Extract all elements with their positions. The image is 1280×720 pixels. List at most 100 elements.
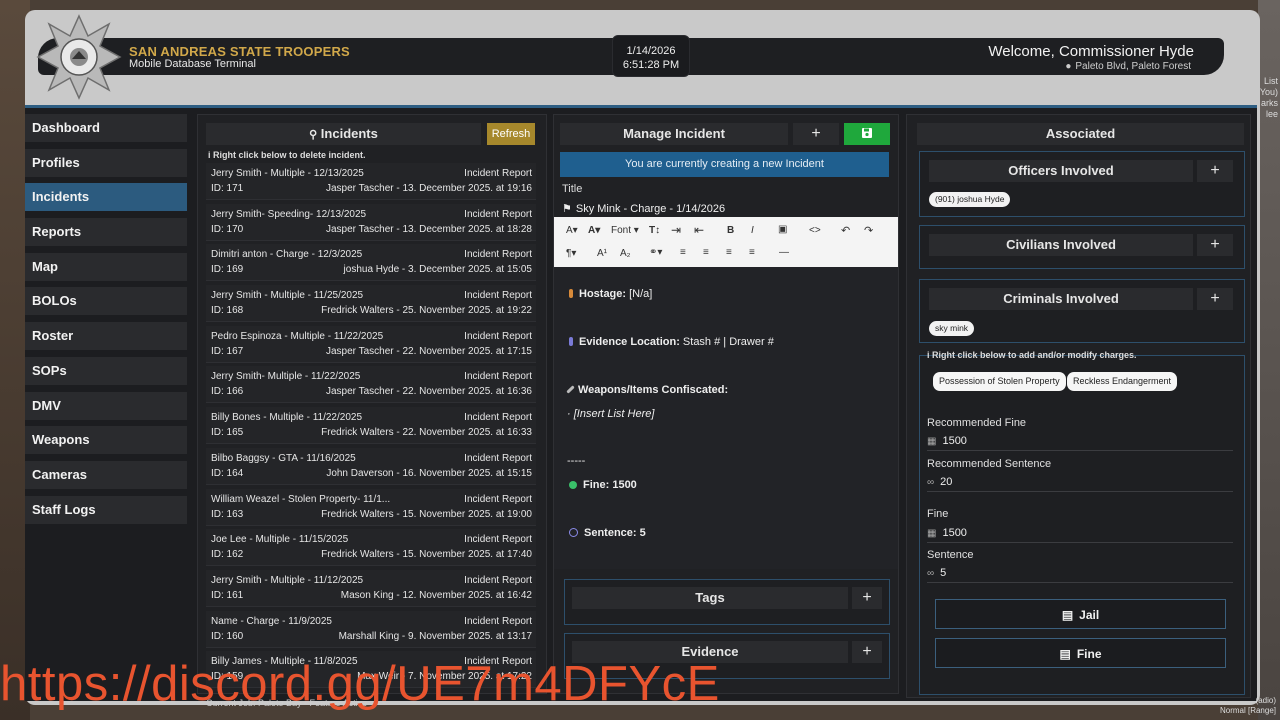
sidebar-item-profiles[interactable]: Profiles <box>25 148 187 177</box>
incident-row[interactable]: Jerry Smith - Multiple - 11/25/2025 Incid… <box>206 285 536 323</box>
incident-row[interactable]: Pedro Espinoza - Multiple - 11/22/2025 In… <box>206 325 536 363</box>
incidents-title: Incidents <box>320 126 378 141</box>
handcuffs-icon: ∞ <box>927 568 935 579</box>
fine-button[interactable]: ▤ Fine <box>935 638 1226 668</box>
background-chat-text: List You) arks lee <box>1260 76 1278 120</box>
incident-row[interactable]: Jerry Smith- Multiple - 11/22/2025 Incide… <box>206 366 536 404</box>
fine-line: Fine: 1500 <box>569 479 637 491</box>
incident-meta: Fredrick Walters - 15. November 2025. at… <box>321 508 532 520</box>
bg-text-line: lee <box>1265 109 1278 119</box>
sentence-value: 5 <box>940 567 947 579</box>
fine-value: 1500 <box>942 527 967 539</box>
incident-row[interactable]: Dimitri anton - Charge - 12/3/2025 Incide… <box>206 244 536 282</box>
font-dropdown[interactable]: Font ▾ <box>611 225 639 236</box>
incident-row[interactable]: William Weazel - Stolen Property- 11/1..… <box>206 488 536 526</box>
sentence-field[interactable]: ∞ 5 <box>927 567 1233 583</box>
tags-label: Tags <box>572 587 848 609</box>
text-height-icon[interactable]: T↕ <box>649 225 660 236</box>
incident-meta: Fredrick Walters - 15. November 2025. at… <box>321 549 532 561</box>
incident-meta: Jasper Tascher - 22. November 2025. at 1… <box>325 345 532 357</box>
incident-id: ID: 170 <box>211 223 244 235</box>
sidebar-item-weapons[interactable]: Weapons <box>25 426 187 455</box>
code-icon[interactable]: <> <box>809 225 821 236</box>
officer-chip[interactable]: (901) joshua Hyde <box>929 192 1011 207</box>
bg-text-line: List <box>1263 76 1278 86</box>
evidence-line: Evidence Location: Stash # | Drawer # <box>569 336 774 348</box>
agency-title: SAN ANDREAS STATE TROOPERS <box>129 44 350 59</box>
indent-icon[interactable]: ⇥ <box>671 223 681 237</box>
horizontal-rule-icon[interactable]: — <box>779 247 789 258</box>
charge-chip[interactable]: Possession of Stolen Property <box>933 372 1066 391</box>
refresh-button[interactable]: Refresh <box>487 123 535 145</box>
incident-row[interactable]: Joe Lee - Multiple - 11/15/2025 Incident … <box>206 529 536 567</box>
incident-meta: Jasper Tascher - 22. November 2025. at 1… <box>325 386 532 398</box>
voice-range-text: (adio) Normal [Range] <box>1220 696 1276 716</box>
link-icon[interactable]: ⚭▾ <box>649 247 662 258</box>
image-icon[interactable]: ▣ <box>778 224 787 235</box>
incident-title: Jerry Smith- Multiple - 11/22/2025 <box>211 371 361 383</box>
sidebar-item-bolos[interactable]: BOLOs <box>25 287 187 316</box>
add-criminal-button[interactable]: + <box>1197 288 1233 310</box>
criminal-chip[interactable]: sky mink <box>929 321 975 336</box>
outdent-icon[interactable]: ⇤ <box>694 223 704 237</box>
incident-id: ID: 169 <box>211 264 244 276</box>
time-text: 6:51:28 PM <box>622 59 680 71</box>
recommended-fine-field[interactable]: ▦ 1500 <box>927 435 1233 451</box>
save-button[interactable] <box>844 123 890 145</box>
incident-title: William Weazel - Stolen Property- 11/1..… <box>211 493 391 505</box>
justify-icon[interactable]: ≡ <box>749 247 755 258</box>
paragraph-icon[interactable]: ¶▾ <box>566 248 576 259</box>
editor-toolbar: A▾ A▾ Font ▾ T↕ ⇥ ⇤ B I ▣ <> ↶ ↷ ¶▾ A¹ A… <box>554 217 898 267</box>
sidebar-item-sops[interactable]: SOPs <box>25 356 187 385</box>
evidence-label: Evidence Location: <box>579 336 680 348</box>
add-civilian-button[interactable]: + <box>1197 234 1233 256</box>
incident-row[interactable]: Jerry Smith - Multiple - 11/12/2025 Incid… <box>206 569 536 607</box>
add-officer-button[interactable]: + <box>1197 160 1233 182</box>
incident-title: Bilbo Baggsy - GTA - 11/16/2025 <box>211 452 356 464</box>
superscript-icon[interactable]: A¹ <box>597 248 607 259</box>
align-left-icon[interactable]: ≡ <box>680 247 686 258</box>
sidebar-item-reports[interactable]: Reports <box>25 218 187 247</box>
recommended-sentence-field[interactable]: ∞ 20 <box>927 476 1233 492</box>
italic-icon[interactable]: I <box>751 225 754 236</box>
sidebar-item-map[interactable]: Map <box>25 252 187 281</box>
incident-id: ID: 163 <box>211 508 244 520</box>
sidebar-item-dmv[interactable]: DMV <box>25 391 187 420</box>
save-icon <box>862 128 872 138</box>
incident-id: ID: 165 <box>211 427 244 439</box>
sidebar-item-cameras[interactable]: Cameras <box>25 460 187 489</box>
incident-editor[interactable]: Hostage: [N/a] Evidence Location: Stash … <box>554 267 898 569</box>
highlight-icon[interactable]: A▾ <box>588 225 600 236</box>
font-size-icon[interactable]: A▾ <box>566 225 578 236</box>
fine-field[interactable]: ▦ 1500 <box>927 527 1233 543</box>
incident-row[interactable]: Name - Charge - 11/9/2025 Incident Report… <box>206 610 536 648</box>
incident-row[interactable]: Bilbo Baggsy - GTA - 11/16/2025 Incident … <box>206 447 536 485</box>
welcome-text: Welcome, Commissioner Hyde <box>988 43 1194 60</box>
manage-incident-panel: Manage Incident + You are currently crea… <box>553 114 899 694</box>
add-evidence-button[interactable]: + <box>852 641 882 663</box>
undo-icon[interactable]: ↶ <box>841 224 850 237</box>
align-right-icon[interactable]: ≡ <box>726 247 732 258</box>
incident-type: Incident Report <box>464 249 532 261</box>
discord-watermark: https://discord.gg/UE7m4DFYcE <box>0 657 720 711</box>
sidebar-item-roster[interactable]: Roster <box>25 322 187 351</box>
voice-line: (adio) <box>1255 696 1276 705</box>
sidebar-item-staff-logs[interactable]: Staff Logs <box>25 495 187 524</box>
charge-chip[interactable]: Reckless Endangerment <box>1067 372 1178 391</box>
bold-icon[interactable]: B <box>727 225 734 236</box>
subscript-icon[interactable]: A₂ <box>620 248 631 259</box>
sidebar-item-dashboard[interactable]: Dashboard <box>25 114 187 142</box>
align-center-icon[interactable]: ≡ <box>703 247 709 258</box>
new-incident-button[interactable]: + <box>793 123 839 145</box>
incident-row[interactable]: Jerry Smith- Speeding- 12/13/2025 Inciden… <box>206 203 536 241</box>
incident-meta: Marshall King - 9. November 2025. at 13:… <box>338 630 532 642</box>
clock-display: 1/14/2026 6:51:28 PM <box>612 35 690 77</box>
sidebar-item-incidents[interactable]: Incidents <box>25 183 187 212</box>
redo-icon[interactable]: ↷ <box>864 224 873 237</box>
incident-row[interactable]: Jerry Smith - Multiple - 12/13/2025 Incid… <box>206 163 536 200</box>
incident-row[interactable]: Billy Bones - Multiple - 11/22/2025 Incid… <box>206 407 536 445</box>
title-input[interactable]: ⚑ Sky Mink - Charge - 1/14/2026 <box>562 202 725 215</box>
jail-button[interactable]: ▤ Jail <box>935 599 1226 629</box>
incident-meta: Jasper Tascher - 13. December 2025. at 1… <box>325 223 532 235</box>
add-tag-button[interactable]: + <box>852 587 882 609</box>
